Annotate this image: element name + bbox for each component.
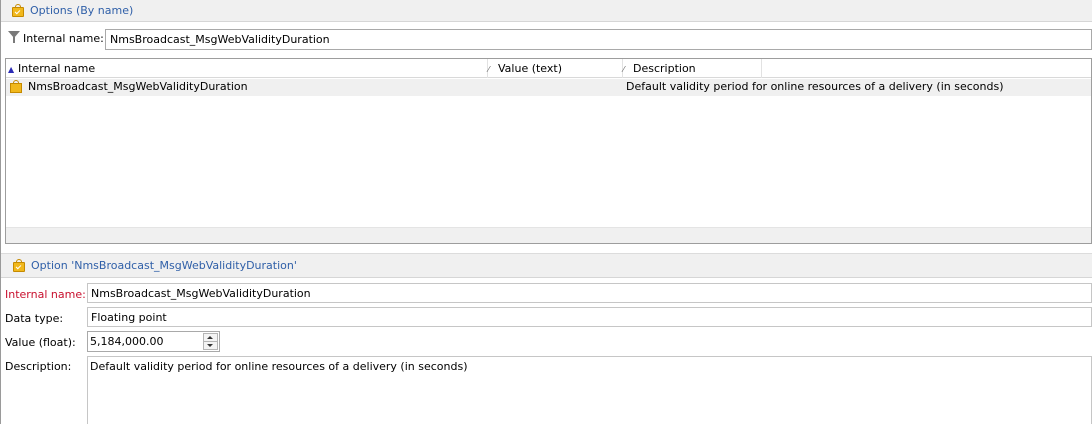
- options-bag-icon: [13, 259, 25, 272]
- data-type-field[interactable]: Floating point: [87, 307, 1092, 327]
- column-header-internal-name[interactable]: ▲ Internal name: [8, 59, 488, 78]
- spin-up-icon: [207, 336, 213, 339]
- grid-header: ▲ Internal name ⁄ Value (text) ⁄ Descriptio…: [6, 59, 1091, 78]
- spin-up-button[interactable]: [204, 334, 217, 342]
- options-bag-icon: [12, 4, 24, 17]
- row-description: Default validity period for online resou…: [626, 80, 1004, 93]
- spin-down-icon: [207, 344, 213, 347]
- table-row[interactable]: NmsBroadcast_MsgWebValidityDuration Defa…: [6, 79, 1091, 96]
- internal-name-label: Internal name:: [5, 288, 86, 301]
- window-left-border: [0, 0, 1, 424]
- value-float-stepper[interactable]: 5,184,000.00: [87, 331, 220, 352]
- options-list-header: Options (By name): [1, 0, 1092, 22]
- description-label: Description:: [5, 360, 72, 373]
- spin-down-button[interactable]: [204, 342, 217, 350]
- internal-name-filter-input[interactable]: NmsBroadcast_MsgWebValidityDuration: [105, 29, 1092, 50]
- data-type-label: Data type:: [5, 312, 64, 325]
- filter-row: Internal name: NmsBroadcast_MsgWebValidi…: [1, 27, 1092, 51]
- sort-indicator-icon: ⁄: [623, 65, 625, 74]
- internal-name-field[interactable]: NmsBroadcast_MsgWebValidityDuration: [87, 283, 1092, 303]
- sort-ascending-icon: ▲: [8, 65, 15, 74]
- column-header-description[interactable]: ⁄ Description: [623, 59, 762, 78]
- filter-label: Internal name:: [23, 32, 104, 45]
- value-float-input[interactable]: 5,184,000.00: [90, 335, 163, 348]
- option-detail-title: Option 'NmsBroadcast_MsgWebValidityDurat…: [31, 259, 297, 272]
- grid-footer: [6, 227, 1091, 243]
- row-internal-name: NmsBroadcast_MsgWebValidityDuration: [28, 80, 248, 93]
- options-list-title: Options (By name): [30, 4, 134, 17]
- options-grid: ▲ Internal name ⁄ Value (text) ⁄ Descriptio…: [5, 58, 1092, 244]
- filter-funnel-stem: [13, 37, 15, 43]
- option-detail-header: Option 'NmsBroadcast_MsgWebValidityDurat…: [1, 253, 1092, 278]
- sort-indicator-icon: ⁄: [488, 65, 490, 74]
- column-header-value-text[interactable]: ⁄ Value (text): [488, 59, 623, 78]
- options-bag-icon: [10, 80, 22, 94]
- spin-buttons: [203, 333, 218, 350]
- description-textarea[interactable]: Default validity period for online resou…: [87, 356, 1092, 424]
- value-float-label: Value (float):: [5, 336, 76, 349]
